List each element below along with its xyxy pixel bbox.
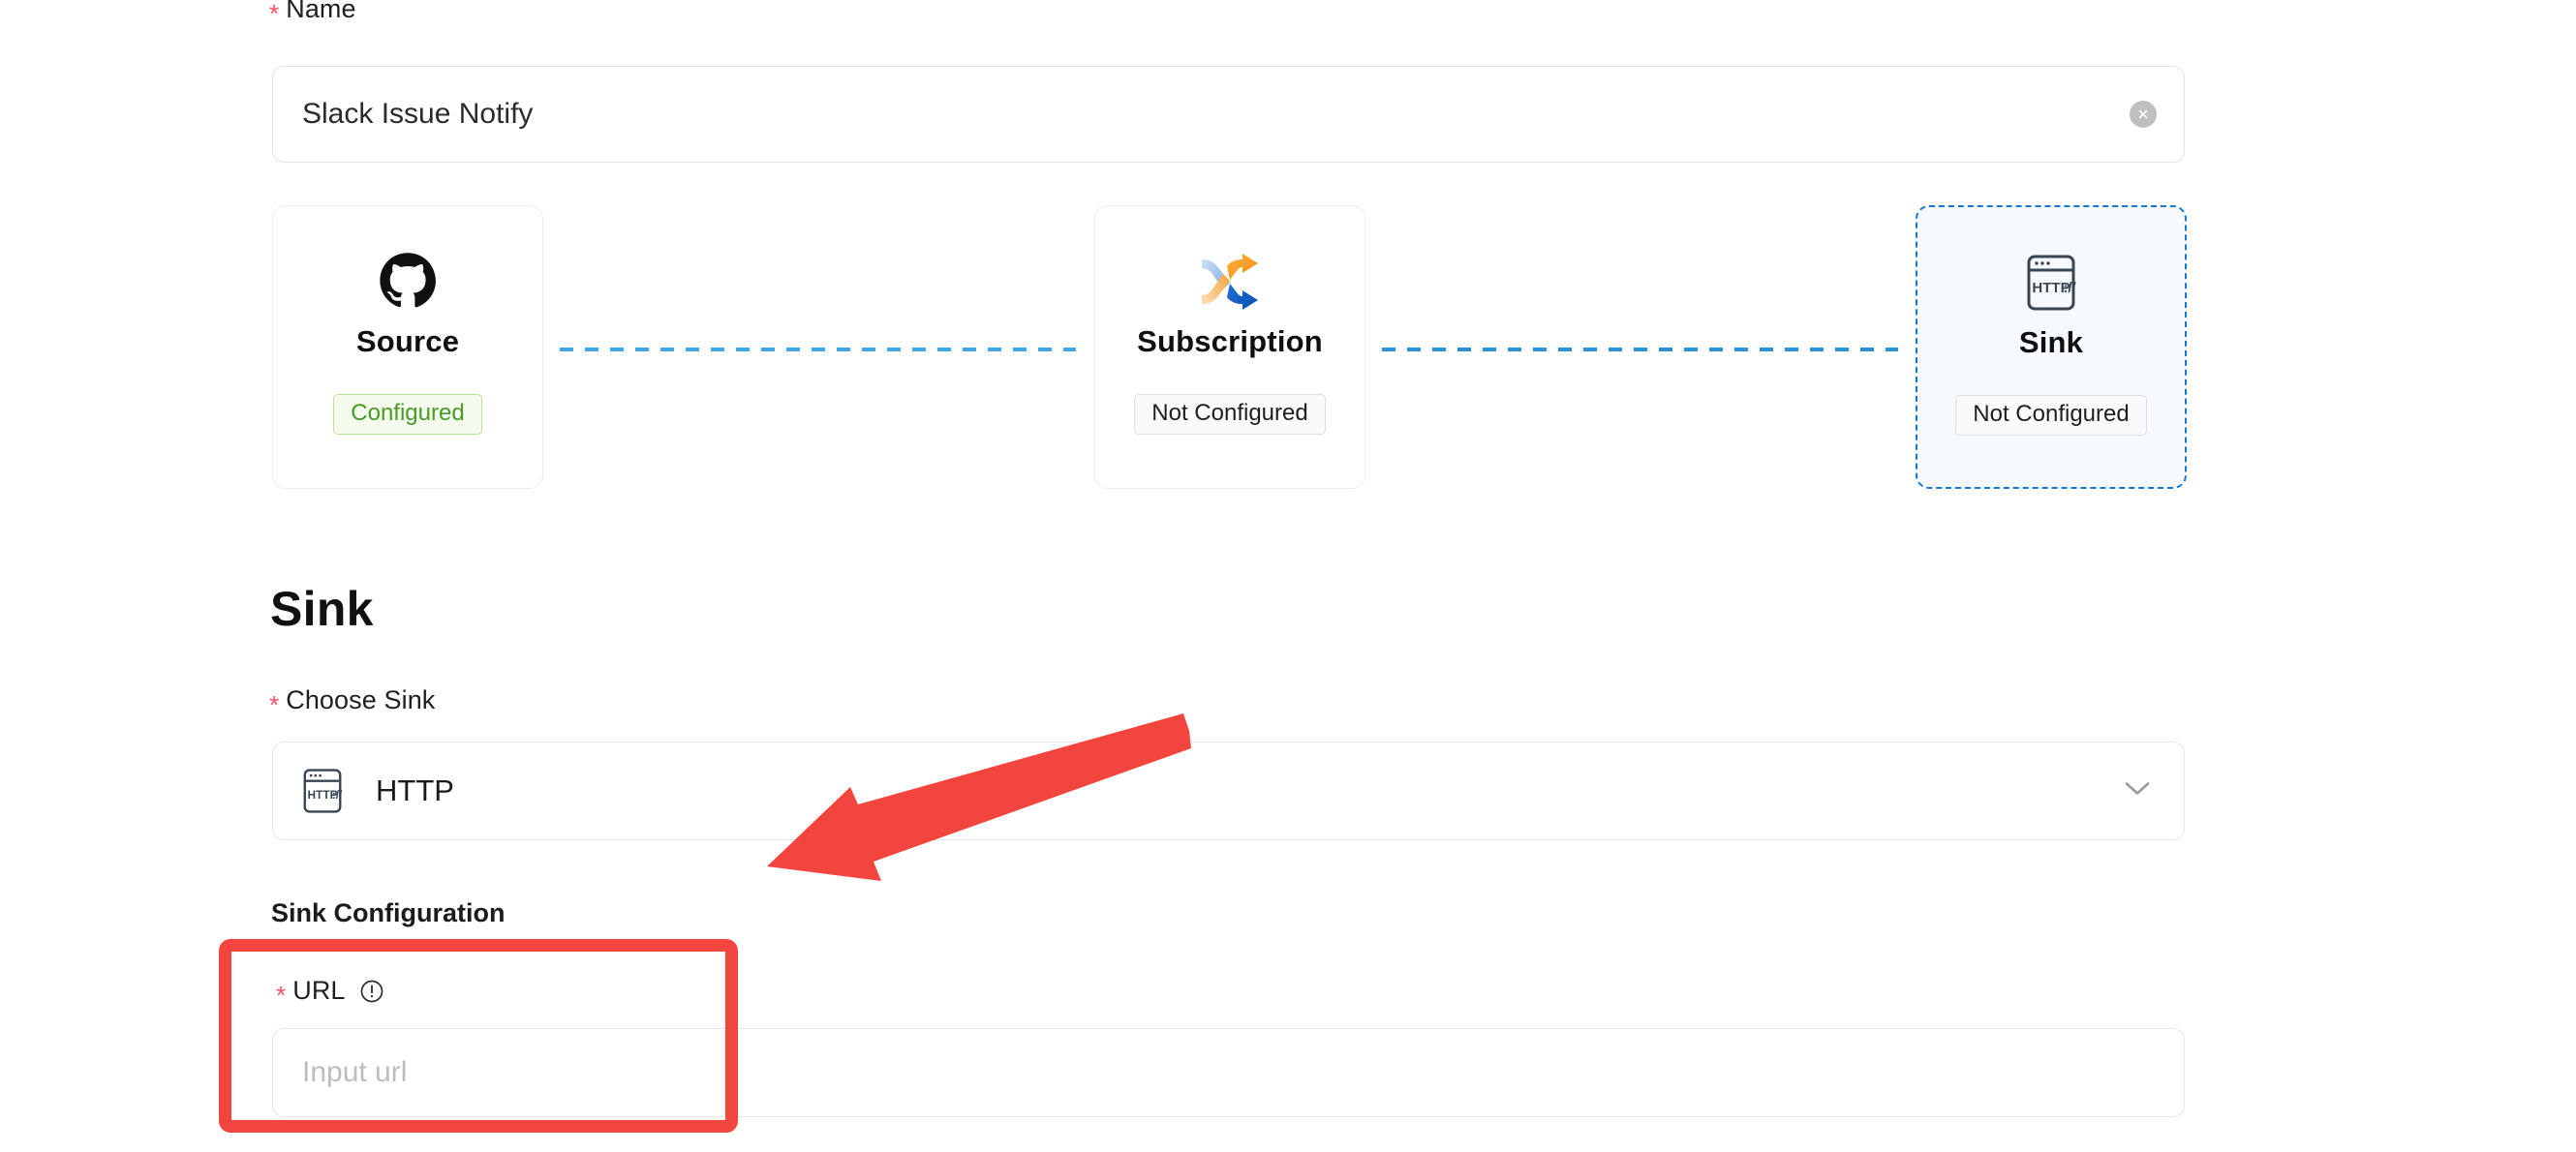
github-icon xyxy=(378,233,438,330)
name-input-container[interactable] xyxy=(272,66,2185,163)
pipeline-steps: Source Configured Subscription Not Confi… xyxy=(272,205,2187,489)
url-input-container[interactable] xyxy=(272,1028,2185,1117)
connector-source-to-subscription xyxy=(560,348,1076,351)
exclamation-circle-icon[interactable] xyxy=(359,979,384,1004)
svg-text:://: :// xyxy=(2063,280,2076,296)
http-window-icon: HTTP :// xyxy=(2023,234,2079,331)
url-label-text: URL xyxy=(292,976,346,1005)
close-circle-icon[interactable] xyxy=(2130,101,2157,128)
required-asterisk-icon: * xyxy=(276,980,287,1010)
choose-sink-selected-value: HTTP xyxy=(376,773,454,807)
url-input[interactable] xyxy=(273,1029,2184,1116)
pipeline-step-sink[interactable]: HTTP :// Sink Not Configured xyxy=(1916,205,2187,489)
required-asterisk-icon: * xyxy=(269,0,280,28)
connector-subscription-to-sink xyxy=(1382,348,1898,351)
pipeline-step-source[interactable]: Source Configured xyxy=(272,205,543,489)
svg-text:://: :// xyxy=(332,788,343,802)
choose-sink-select[interactable]: HTTP :// HTTP xyxy=(272,742,2185,840)
sink-section-heading: Sink xyxy=(270,582,374,636)
pipeline-step-title: Sink xyxy=(2018,325,2084,359)
status-badge: Not Configured xyxy=(1134,394,1326,435)
shuffle-arrows-icon xyxy=(1198,233,1262,330)
sink-configuration-page: * Name Source Configured xyxy=(0,0,2576,1152)
url-field-label: * URL xyxy=(276,976,384,1010)
http-window-icon: HTTP :// xyxy=(300,767,345,815)
status-badge: Not Configured xyxy=(1955,395,2147,436)
name-input[interactable] xyxy=(273,67,2077,162)
sink-configuration-heading: Sink Configuration xyxy=(271,898,506,927)
choose-sink-label-text: Choose Sink xyxy=(286,685,436,714)
required-asterisk-icon: * xyxy=(269,689,280,719)
status-badge: Configured xyxy=(333,394,482,435)
name-field-label: * Name xyxy=(269,0,356,28)
pipeline-step-title: Source xyxy=(355,324,460,358)
name-label-text: Name xyxy=(286,0,356,23)
chevron-down-icon[interactable] xyxy=(2124,780,2151,803)
pipeline-step-title: Subscription xyxy=(1137,324,1323,358)
pipeline-step-subscription[interactable]: Subscription Not Configured xyxy=(1094,205,1365,489)
choose-sink-label: * Choose Sink xyxy=(269,685,436,719)
